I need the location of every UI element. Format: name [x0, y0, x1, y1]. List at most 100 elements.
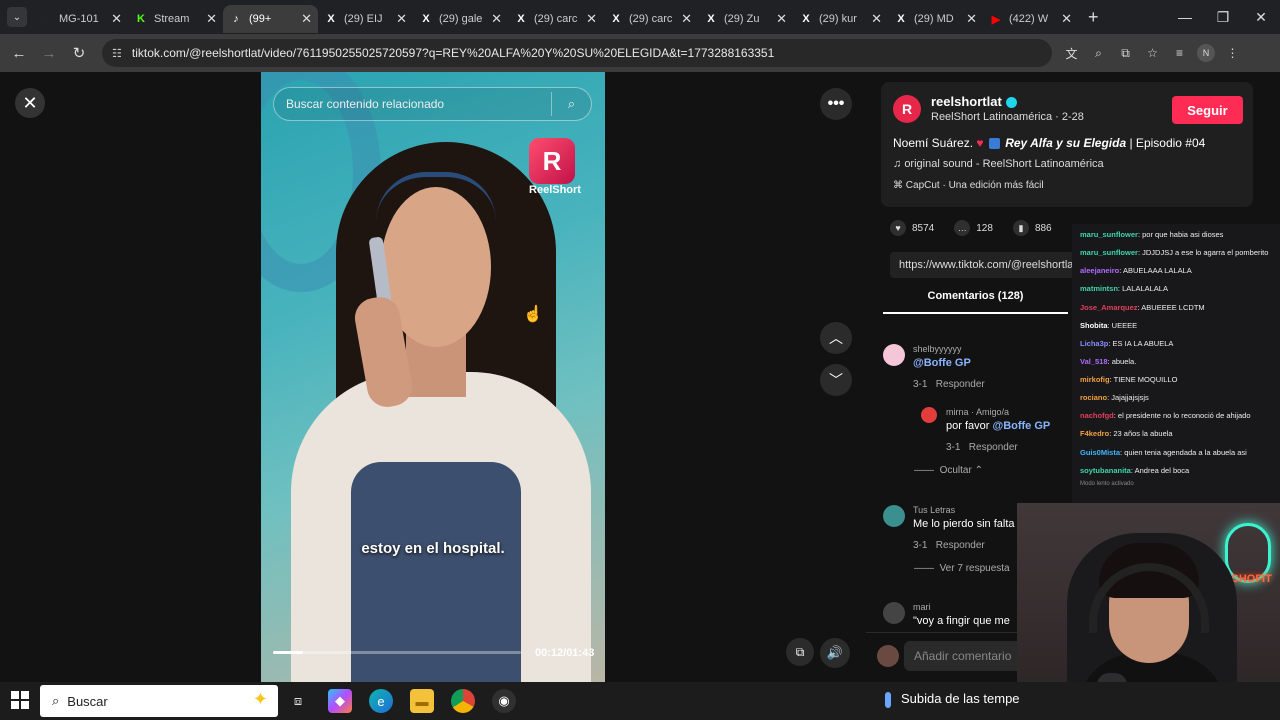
tab-9[interactable]: X (29) MD ✕	[888, 5, 983, 33]
volume-button[interactable]: 🔊	[820, 638, 850, 668]
next-video-button[interactable]: ﹀	[820, 364, 852, 396]
tab-close-icon[interactable]: ✕	[776, 11, 787, 27]
more-options-button[interactable]: •••	[820, 88, 852, 120]
video-link-field[interactable]: https://www.tiktok.com/@reelshortlat	[890, 252, 1080, 278]
comment-author[interactable]: shelbyyyyyy	[913, 344, 962, 354]
tab-8[interactable]: X (29) kur ✕	[793, 5, 888, 33]
minimize-icon[interactable]: —	[1166, 0, 1204, 34]
chrome-icon[interactable]	[451, 689, 475, 713]
comment-author[interactable]: Tus Letras	[913, 505, 955, 515]
obs-icon[interactable]: ◉	[492, 689, 516, 713]
maximize-icon[interactable]: ❐	[1204, 0, 1242, 34]
forward-icon[interactable]: →	[34, 45, 64, 62]
tab-close-icon[interactable]: ✕	[871, 11, 882, 27]
hide-replies-button[interactable]: —— Ocultar ⌃	[914, 465, 983, 476]
tab-2[interactable]: ♪ (99+ ✕	[223, 5, 318, 33]
tab-3[interactable]: X (29) EIJ ✕	[318, 5, 413, 33]
search-icon[interactable]: ⌕	[551, 92, 591, 116]
reload-icon[interactable]: ↻	[64, 44, 94, 62]
comment-avatar[interactable]	[883, 344, 905, 366]
tab-6[interactable]: X (29) carc ✕	[603, 5, 698, 33]
tab-close-icon[interactable]: ✕	[681, 11, 692, 27]
comment-avatar[interactable]	[883, 505, 905, 527]
reply-link[interactable]: Responder	[936, 379, 985, 390]
new-tab-button[interactable]: +	[1088, 7, 1099, 28]
install-icon[interactable]: ⧉	[1116, 42, 1135, 64]
author-avatar[interactable]: R	[893, 95, 921, 123]
picture-in-picture-button[interactable]: ⧉	[786, 638, 814, 666]
tab-close-icon[interactable]: ✕	[206, 11, 217, 27]
tab-4[interactable]: X (29) gale ✕	[413, 5, 508, 33]
chat-username[interactable]: mirkofig	[1080, 375, 1110, 384]
chat-username[interactable]: Jose_Amarquez	[1080, 303, 1138, 312]
back-icon[interactable]: ←	[4, 45, 34, 62]
tab-5[interactable]: X (29) carc ✕	[508, 5, 603, 33]
url-field[interactable]: ☷ tiktok.com/@reelshortlat/video/7611950…	[102, 39, 1052, 67]
tab-close-icon[interactable]: ✕	[586, 11, 597, 27]
comment-author[interactable]: mari	[913, 602, 931, 612]
tab-0[interactable]: M MG-101 ✕	[33, 5, 128, 33]
comment-mention[interactable]: @Boffe GP	[913, 357, 971, 369]
comment-button[interactable]: … 128	[954, 220, 993, 236]
tab-label: (29) Zu	[724, 13, 760, 25]
tab-close-icon[interactable]: ✕	[301, 11, 312, 27]
capcut-row[interactable]: ⌘ CapCut · Una edición más fácil	[893, 180, 1044, 191]
tab-close-icon[interactable]: ✕	[491, 11, 502, 27]
comment-avatar[interactable]	[921, 407, 937, 423]
comment-author[interactable]: mirna · Amigo/a	[946, 407, 1009, 417]
tab-close-icon[interactable]: ✕	[111, 11, 122, 27]
chat-username[interactable]: Val_518	[1080, 357, 1108, 366]
reply-link[interactable]: Responder	[936, 540, 985, 551]
follow-button[interactable]: Seguir	[1172, 96, 1243, 124]
comment-mention[interactable]: @Boffe GP	[992, 420, 1050, 432]
tab-10[interactable]: ▶ (422) W ✕	[983, 5, 1078, 33]
tab-close-icon[interactable]: ✕	[1061, 11, 1072, 27]
related-search-input[interactable]: Buscar contenido relacionado ⌕	[273, 87, 592, 121]
tab-close-icon[interactable]: ✕	[966, 11, 977, 27]
profile-avatar-icon[interactable]: N	[1197, 44, 1215, 62]
chat-username[interactable]: Licha3p	[1080, 339, 1108, 348]
menu-dots-icon[interactable]: ⋮	[1223, 42, 1242, 64]
chat-username[interactable]: nachofgd	[1080, 411, 1114, 420]
chat-username[interactable]: rociano	[1080, 393, 1107, 402]
close-video-button[interactable]: ✕	[15, 88, 45, 118]
previous-video-button[interactable]: ︿	[820, 322, 852, 354]
copilot-icon[interactable]: ◆	[328, 689, 352, 713]
sound-row[interactable]: ♫ original sound - ReelShort Latinoaméri…	[893, 158, 1104, 170]
reply-link[interactable]: Responder	[969, 442, 1018, 453]
like-button[interactable]: ♥ 8574	[890, 220, 934, 236]
tab-close-icon[interactable]: ✕	[396, 11, 407, 27]
zoom-icon[interactable]: ⌕	[1089, 42, 1108, 64]
tab-7[interactable]: X (29) Zu ✕	[698, 5, 793, 33]
chat-username[interactable]: aleejaneiro	[1080, 266, 1119, 275]
taskbar-search-input[interactable]: ⌕ Buscar ✦	[40, 685, 278, 717]
weather-status[interactable]: Subida de las tempe	[885, 691, 1020, 708]
view-replies-button[interactable]: —— Ver 7 respuesta	[914, 563, 1010, 574]
file-explorer-icon[interactable]: ▬	[410, 689, 434, 713]
tab-list-button[interactable]: ⌄	[7, 7, 27, 27]
chat-username[interactable]: soytubananita	[1080, 466, 1131, 475]
windows-start-icon[interactable]	[11, 691, 29, 709]
bookmark-star-icon[interactable]: ☆	[1143, 42, 1162, 64]
chat-username[interactable]: matmintsn	[1080, 284, 1118, 293]
edge-icon[interactable]: e	[369, 689, 393, 713]
chat-username[interactable]: Shobita	[1080, 321, 1108, 330]
media-control-icon[interactable]: ≡	[1170, 42, 1189, 64]
tab-comments[interactable]: Comentarios (128)	[883, 290, 1068, 302]
comment-avatar[interactable]	[883, 602, 905, 624]
chat-username[interactable]: maru_sunflower	[1080, 230, 1138, 239]
translate-icon[interactable]: 文	[1062, 42, 1081, 64]
author-subline: ReelShort Latinoamérica · 2-28	[931, 111, 1084, 123]
chat-username[interactable]: maru_sunflower	[1080, 248, 1138, 257]
video-player[interactable]: Buscar contenido relacionado ⌕ R ReelSho…	[261, 72, 605, 682]
task-view-icon[interactable]: ⧈	[286, 689, 310, 713]
chat-username[interactable]: Guis0Mista	[1080, 448, 1120, 457]
video-progress-bar[interactable]	[273, 651, 521, 654]
chevron-down-icon: ﹀	[829, 372, 843, 388]
save-button[interactable]: ▮ 886	[1012, 220, 1052, 236]
author-username-row[interactable]: reelshortlat	[931, 94, 1017, 109]
site-info-icon[interactable]: ☷	[112, 47, 122, 60]
tab-1[interactable]: K Stream ✕	[128, 5, 223, 33]
close-window-icon[interactable]: ✕	[1242, 0, 1280, 34]
chat-username[interactable]: F4kedro	[1080, 429, 1109, 438]
